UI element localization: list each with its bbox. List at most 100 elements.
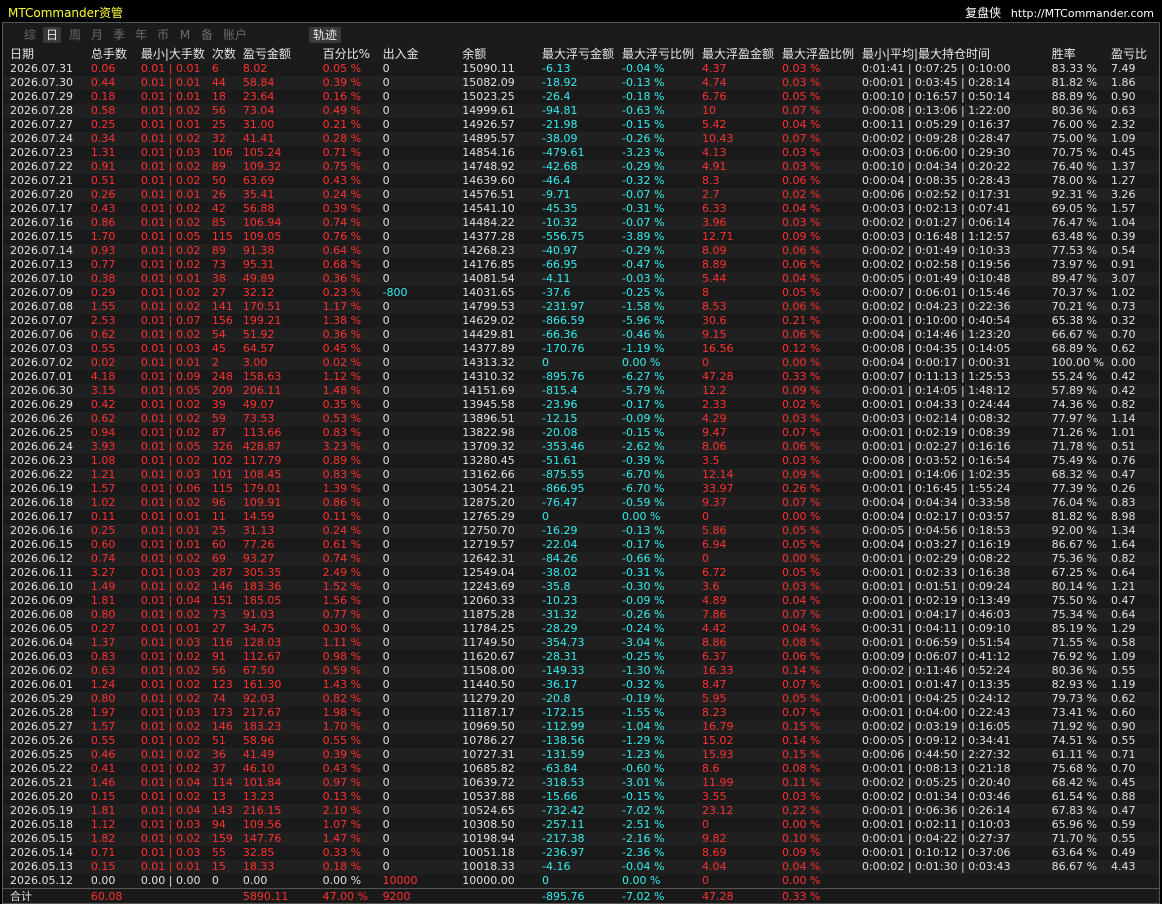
table-row[interactable]: 2026.05.27 1.57 0.01 | 0.02 146 183.23 1.70 %… bbox=[3, 720, 1159, 734]
tab-account[interactable]: 账户 bbox=[221, 27, 249, 43]
table-row[interactable]: 2026.07.03 0.55 0.01 | 0.03 45 64.57 0.45 % 0 1… bbox=[3, 342, 1159, 356]
tab-note[interactable]: 备 bbox=[198, 27, 216, 43]
table-row[interactable]: 2026.07.27 0.25 0.01 | 0.01 25 31.00 0.21 % 0 1… bbox=[3, 118, 1159, 132]
table-row[interactable]: 2026.07.21 0.51 0.01 | 0.02 50 63.69 0.43 % 0 1… bbox=[3, 174, 1159, 188]
cell-holding-time: 0:00:02 | 0:11:46 | 0:52:24 bbox=[854, 664, 1045, 678]
table-row[interactable]: 2026.06.02 0.63 0.01 | 0.02 56 67.50 0.59 % 0 1… bbox=[3, 664, 1159, 678]
table-row[interactable]: 2026.06.01 1.24 0.01 | 0.02 123 161.30 1.43 %… bbox=[3, 678, 1159, 692]
table-row[interactable]: 2026.06.16 0.25 0.01 | 0.01 25 31.13 0.24 % 0 1… bbox=[3, 524, 1159, 538]
column-header-win-rate[interactable]: 胜率 bbox=[1045, 46, 1104, 62]
table-row[interactable]: 2026.07.29 0.18 0.01 | 0.01 18 23.64 0.16 % 0 1… bbox=[3, 90, 1159, 104]
tab-month[interactable]: 月 bbox=[88, 27, 106, 43]
trail-button[interactable]: 轨迹 bbox=[309, 27, 342, 43]
table-row[interactable]: 2026.05.15 1.82 0.01 | 0.02 159 147.76 1.47 %… bbox=[3, 832, 1159, 846]
column-header-max-floating-profit[interactable]: 最大浮盈金额 bbox=[695, 46, 775, 62]
table-row[interactable]: 2026.06.30 3.15 0.01 | 0.05 209 206.11 1.48 %… bbox=[3, 384, 1159, 398]
table-row[interactable]: 2026.05.20 0.15 0.01 | 0.02 13 13.23 0.13 % 0 1… bbox=[3, 790, 1159, 804]
column-header-max-floating-profit-ratio[interactable]: 最大浮盈比例 bbox=[775, 46, 855, 62]
brand-url-link[interactable]: http://MTCommander.com bbox=[1011, 7, 1154, 20]
table-row[interactable]: 2026.06.19 1.57 0.01 | 0.06 115 179.01 1.39 %… bbox=[3, 482, 1159, 496]
table-row[interactable]: 2026.07.09 0.29 0.01 | 0.02 27 32.12 0.23 % -8… bbox=[3, 286, 1159, 300]
table-row[interactable]: 2026.07.31 0.06 0.01 | 0.01 6 8.02 0.05 % 0 150… bbox=[3, 62, 1159, 76]
table-row[interactable]: 2026.05.14 0.71 0.01 | 0.03 55 32.85 0.33 % 0 1… bbox=[3, 846, 1159, 860]
table-row[interactable]: 2026.07.24 0.34 0.01 | 0.02 32 41.41 0.28 % 0 1… bbox=[3, 132, 1159, 146]
tab-magic[interactable]: M bbox=[176, 27, 194, 43]
cell-max-floating-profit-ratio: 0.04 % bbox=[774, 594, 855, 608]
table-row[interactable]: 2026.06.23 1.08 0.01 | 0.02 102 117.79 0.89 %… bbox=[3, 454, 1159, 468]
cell-deposit-withdrawal: 0 bbox=[375, 720, 456, 734]
tab-week[interactable]: 周 bbox=[66, 27, 84, 43]
table-row[interactable]: 2026.05.21 1.46 0.01 | 0.04 114 101.84 0.97 %… bbox=[3, 776, 1159, 790]
cell-profit-loss-ratio: 1.14 bbox=[1104, 412, 1159, 426]
table-row[interactable]: 2026.05.28 1.97 0.01 | 0.03 173 217.67 1.98 %… bbox=[3, 706, 1159, 720]
column-header-max-floating-loss-ratio[interactable]: 最大浮亏比例 bbox=[615, 46, 695, 62]
table-row[interactable]: 2026.07.06 0.62 0.01 | 0.02 54 51.92 0.36 % 0 1… bbox=[3, 328, 1159, 342]
table-row[interactable]: 2026.07.01 4.18 0.01 | 0.09 248 158.63 1.12 %… bbox=[3, 370, 1159, 384]
table-row[interactable]: 2026.07.08 1.55 0.01 | 0.02 141 170.51 1.17 %… bbox=[3, 300, 1159, 314]
table-row[interactable]: 2026.06.04 1.37 0.01 | 0.03 116 128.03 1.11 %… bbox=[3, 636, 1159, 650]
cell-min-max-lots: 0.01 | 0.02 bbox=[133, 580, 205, 594]
table-row[interactable]: 2026.05.25 0.46 0.01 | 0.02 36 41.49 0.39 % 0 1… bbox=[3, 748, 1159, 762]
table-row[interactable]: 2026.07.14 0.93 0.01 | 0.02 89 91.38 0.64 % 0 1… bbox=[3, 244, 1159, 258]
table-row[interactable]: 2026.06.09 1.81 0.01 | 0.04 151 185.05 1.56 %… bbox=[3, 594, 1159, 608]
tab-day[interactable]: 日 bbox=[43, 27, 61, 43]
table-row[interactable]: 2026.06.03 0.83 0.01 | 0.02 91 112.67 0.98 % 0… bbox=[3, 650, 1159, 664]
table-row[interactable]: 2026.05.12 0.00 0.00 | 0.00 0 0.00 0.00 % 1000… bbox=[3, 874, 1159, 889]
cell-trade-count: 123 bbox=[204, 678, 236, 692]
table-row[interactable]: 2026.07.15 1.70 0.01 | 0.05 115 109.05 0.76 %… bbox=[3, 230, 1159, 244]
tab-quarter[interactable]: 季 bbox=[110, 27, 128, 43]
table-row[interactable]: 2026.06.17 0.11 0.01 | 0.01 11 14.59 0.11 % 0 1… bbox=[3, 510, 1159, 524]
column-header-pnl-percent[interactable]: 百分比% bbox=[316, 46, 376, 62]
cell-balance: 14377.28 bbox=[455, 230, 535, 244]
cell-max-floating-profit-ratio: 0.07 % bbox=[774, 132, 855, 146]
tab-currency[interactable]: 币 bbox=[154, 27, 172, 43]
table-row[interactable]: 2026.07.16 0.86 0.01 | 0.02 85 106.94 0.74 % 0… bbox=[3, 216, 1159, 230]
table-row[interactable]: 2026.05.29 0.80 0.01 | 0.02 74 92.03 0.82 % 0 1… bbox=[3, 692, 1159, 706]
table-row[interactable]: 2026.06.05 0.27 0.01 | 0.01 27 34.75 0.30 % 0 1… bbox=[3, 622, 1159, 636]
tab-summary[interactable]: 综 bbox=[21, 27, 39, 43]
cell-deposit-withdrawal: 0 bbox=[375, 258, 456, 272]
column-header-trade-count[interactable]: 次数 bbox=[205, 46, 236, 62]
table-row[interactable]: 2026.06.25 0.94 0.01 | 0.02 87 113.66 0.83 % 0… bbox=[3, 426, 1159, 440]
table-row[interactable]: 2026.07.20 0.26 0.01 | 0.01 26 35.41 0.24 % 0 1… bbox=[3, 188, 1159, 202]
column-header-deposit-withdrawal[interactable]: 出入金 bbox=[376, 46, 456, 62]
table-row[interactable]: 2026.06.26 0.62 0.01 | 0.02 59 73.53 0.53 % 0 1… bbox=[3, 412, 1159, 426]
table-row[interactable]: 2026.07.07 2.53 0.01 | 0.07 156 199.21 1.38 %… bbox=[3, 314, 1159, 328]
table-row[interactable]: 2026.05.19 1.81 0.01 | 0.04 143 216.15 2.10 %… bbox=[3, 804, 1159, 818]
table-row[interactable]: 2026.06.11 3.27 0.01 | 0.03 287 305.35 2.49 %… bbox=[3, 566, 1159, 580]
table-row[interactable]: 2026.05.26 0.55 0.01 | 0.02 51 58.96 0.55 % 0 1… bbox=[3, 734, 1159, 748]
table-row[interactable]: 2026.07.23 1.31 0.01 | 0.03 106 105.24 0.71 %… bbox=[3, 146, 1159, 160]
column-header-max-floating-loss[interactable]: 最大浮亏金额 bbox=[535, 46, 615, 62]
cell-deposit-withdrawal: 0 bbox=[375, 734, 456, 748]
table-row[interactable]: 2026.06.18 1.02 0.01 | 0.02 96 109.91 0.86 % 0… bbox=[3, 496, 1159, 510]
table-row[interactable]: 2026.06.10 1.49 0.01 | 0.02 146 183.36 1.52 %… bbox=[3, 580, 1159, 594]
table-row[interactable]: 2026.06.22 1.21 0.01 | 0.03 101 108.45 0.83 %… bbox=[3, 468, 1159, 482]
cell-total-lots: 0.83 bbox=[83, 650, 134, 664]
table-row[interactable]: 2026.06.24 3.93 0.01 | 0.05 326 428.87 3.23 %… bbox=[3, 440, 1159, 454]
table-row[interactable]: 2026.07.02 0.02 0.01 | 0.01 2 3.00 0.02 % 0 143… bbox=[3, 356, 1159, 370]
cell-balance: 10685.82 bbox=[455, 762, 535, 776]
table-row[interactable]: 2026.06.29 0.42 0.01 | 0.02 39 49.07 0.35 % 0 1… bbox=[3, 398, 1159, 412]
table-row[interactable]: 2026.06.15 0.60 0.01 | 0.01 60 77.26 0.61 % 0 1… bbox=[3, 538, 1159, 552]
column-header-min-max-lots[interactable]: 最小|大手数 bbox=[134, 46, 205, 62]
table-row[interactable]: 2026.05.18 1.12 0.01 | 0.03 94 109.56 1.07 % 0… bbox=[3, 818, 1159, 832]
table-row[interactable]: 2026.07.10 0.38 0.01 | 0.01 38 49.89 0.36 % 0 1… bbox=[3, 272, 1159, 286]
table-row[interactable]: 2026.07.22 0.91 0.01 | 0.02 89 109.32 0.75 % 0… bbox=[3, 160, 1159, 174]
column-header-balance[interactable]: 余额 bbox=[455, 46, 535, 62]
tab-year[interactable]: 年 bbox=[132, 27, 150, 43]
column-header-pnl-amount[interactable]: 盈亏金额 bbox=[236, 46, 316, 62]
table-row[interactable]: 2026.07.28 0.58 0.01 | 0.02 56 73.04 0.49 % 0 1… bbox=[3, 104, 1159, 118]
cell-total-lots: 0.62 bbox=[83, 328, 134, 342]
table-row[interactable]: 2026.06.12 0.74 0.01 | 0.02 69 93.27 0.74 % 0 1… bbox=[3, 552, 1159, 566]
table-row[interactable]: 2026.07.30 0.44 0.01 | 0.01 44 58.84 0.39 % 0 1… bbox=[3, 76, 1159, 90]
table-row[interactable]: 2026.05.13 0.15 0.01 | 0.01 15 18.33 0.18 % 0 1… bbox=[3, 860, 1159, 874]
column-header-total-lots[interactable]: 总手数 bbox=[84, 46, 134, 62]
table-row[interactable]: 2026.07.17 0.43 0.01 | 0.02 42 56.88 0.39 % 0 1… bbox=[3, 202, 1159, 216]
column-header-holding-time[interactable]: 最小|平均|最大持仓时间 bbox=[855, 46, 1045, 62]
column-header-date[interactable]: 日期 bbox=[3, 46, 84, 62]
column-header-profit-loss-ratio[interactable]: 盈亏比 bbox=[1104, 46, 1159, 62]
cell-pnl-amount: 91.03 bbox=[235, 608, 316, 622]
table-row[interactable]: 2026.05.22 0.41 0.01 | 0.02 37 46.10 0.43 % 0 1… bbox=[3, 762, 1159, 776]
table-row[interactable]: 2026.06.08 0.80 0.01 | 0.02 73 91.03 0.77 % 0 1… bbox=[3, 608, 1159, 622]
table-row[interactable]: 2026.07.13 0.77 0.01 | 0.02 73 95.31 0.68 % 0 1… bbox=[3, 258, 1159, 272]
